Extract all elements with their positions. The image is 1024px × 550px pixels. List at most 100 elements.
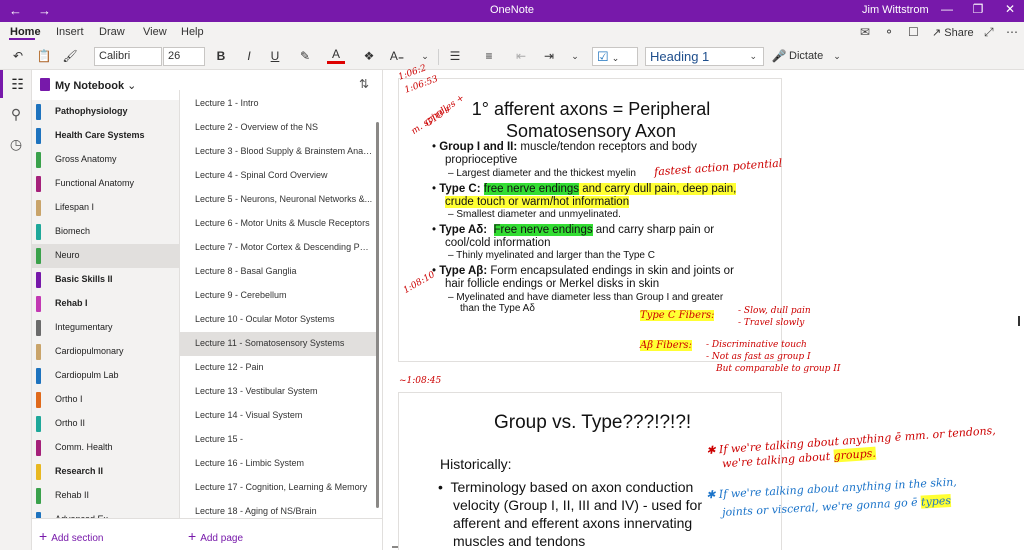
- plus-icon: +: [188, 528, 197, 544]
- microphone-icon[interactable]: 🎤: [771, 46, 787, 66]
- sub-bullet-myelinated-cont: than the Type Aδ: [460, 303, 535, 314]
- lightbulb-icon[interactable]: ⚬: [884, 25, 894, 39]
- font-color-icon[interactable]: A: [327, 46, 345, 64]
- page-item[interactable]: Lecture 10 - Ocular Motor Systems: [180, 308, 378, 332]
- add-page-button[interactable]: + Add page: [188, 528, 243, 544]
- page-item[interactable]: Lecture 13 - Vestibular System: [180, 380, 378, 404]
- chevron-down-icon[interactable]: ⌄: [568, 46, 582, 66]
- notifications-icon[interactable]: ✉: [860, 25, 870, 39]
- tab-draw[interactable]: Draw: [99, 26, 125, 38]
- section-item[interactable]: Advanced Ex: [32, 508, 179, 518]
- section-color-tab: [36, 224, 41, 240]
- chevron-down-icon[interactable]: ⌄: [418, 46, 432, 66]
- section-label: Cardiopulmonary: [55, 346, 124, 356]
- section-item[interactable]: Cardiopulm Lab: [32, 364, 179, 388]
- dictate-button[interactable]: Dictate: [789, 46, 823, 66]
- pages-scrollbar[interactable]: [376, 122, 379, 508]
- maximize-icon[interactable]: ❐: [968, 2, 988, 16]
- bullet-type-a-beta-cont: hair follicle endings or Merkel disks in…: [445, 278, 660, 290]
- slide-1-title-line2: Somatosensory Axon: [505, 121, 677, 141]
- section-item[interactable]: Cardiopulmonary: [32, 340, 179, 364]
- share-button[interactable]: ↗ Share: [932, 26, 974, 39]
- page-item[interactable]: Lecture 17 - Cognition, Learning & Memor…: [180, 476, 378, 500]
- section-item[interactable]: Rehab I: [32, 292, 179, 316]
- page-item[interactable]: Lecture 1 - Intro: [180, 92, 378, 116]
- increase-indent-icon[interactable]: ⇥: [540, 46, 558, 66]
- tab-help[interactable]: Help: [181, 26, 204, 38]
- search-icon[interactable]: ⚲: [0, 100, 32, 128]
- section-item[interactable]: Neuro: [32, 244, 179, 268]
- page-label: Lecture 10 - Ocular Motor Systems: [195, 314, 335, 324]
- highlight-icon[interactable]: ✎: [296, 46, 314, 66]
- section-item[interactable]: Biomech: [32, 220, 179, 244]
- page-item[interactable]: Lecture 2 - Overview of the NS: [180, 116, 378, 140]
- section-color-tab: [36, 392, 41, 408]
- page-label: Lecture 2 - Overview of the NS: [195, 122, 319, 132]
- section-item[interactable]: Ortho II: [32, 412, 179, 436]
- more-icon[interactable]: ⋯: [1006, 25, 1018, 39]
- font-size-field[interactable]: 26: [163, 47, 205, 66]
- page-item[interactable]: Lecture 3 - Blood Supply & Brainstem Ana…: [180, 140, 378, 164]
- minimize-icon[interactable]: —: [937, 2, 957, 16]
- page-item[interactable]: Lecture 4 - Spinal Cord Overview: [180, 164, 378, 188]
- undo-icon[interactable]: ↶: [8, 46, 28, 66]
- sort-icon[interactable]: ⇅: [359, 77, 369, 91]
- tab-view[interactable]: View: [143, 26, 167, 38]
- tab-insert[interactable]: Insert: [56, 26, 84, 38]
- page-item[interactable]: Lecture 15 -: [180, 428, 378, 452]
- slide-2-subheading: Historically:: [440, 456, 512, 472]
- section-item[interactable]: Health Care Systems: [32, 124, 179, 148]
- page-item[interactable]: Lecture 8 - Basal Ganglia: [180, 260, 378, 284]
- page-item[interactable]: Lecture 9 - Cerebellum: [180, 284, 378, 308]
- page-item[interactable]: Lecture 12 - Pain: [180, 356, 378, 380]
- page-item[interactable]: Lecture 6 - Motor Units & Muscle Recepto…: [180, 212, 378, 236]
- page-item[interactable]: Lecture 14 - Visual System: [180, 404, 378, 428]
- page-item[interactable]: Lecture 18 - Aging of NS/Brain: [180, 500, 378, 518]
- section-item[interactable]: Functional Anatomy: [32, 172, 179, 196]
- user-name[interactable]: Jim Wittstrom: [862, 4, 929, 16]
- section-item[interactable]: Pathophysiology: [32, 100, 179, 124]
- font-name-field[interactable]: Calibri: [94, 47, 162, 66]
- section-item[interactable]: Research II: [32, 460, 179, 484]
- bullets-icon[interactable]: ☰: [446, 46, 464, 66]
- chevron-down-icon[interactable]: ⌄: [830, 46, 844, 66]
- sub-bullet-thinly-myelinated: – Thinly myelinated and larger than the …: [448, 250, 655, 261]
- canvas-scrollbar[interactable]: [1018, 316, 1020, 326]
- format-painter-icon[interactable]: 🖌: [60, 46, 80, 66]
- clear-formatting-icon[interactable]: ❖: [360, 46, 378, 66]
- comment-icon[interactable]: ☐: [908, 25, 919, 39]
- decrease-indent-icon[interactable]: ⇤: [512, 46, 530, 66]
- section-item[interactable]: Integumentary: [32, 316, 179, 340]
- ink-type-c-fibers: Type C Fibers:: [640, 310, 715, 321]
- section-item[interactable]: Ortho I: [32, 388, 179, 412]
- tag-dropdown[interactable]: ☑ ⌄: [592, 47, 638, 66]
- page-item[interactable]: Lecture 11 - Somatosensory Systems: [180, 332, 378, 356]
- checkbox-tag-icon: ☑: [597, 49, 609, 64]
- close-icon[interactable]: ✕: [1000, 2, 1020, 16]
- section-color-tab: [36, 152, 41, 168]
- style-dropdown[interactable]: Heading 1 ⌄: [645, 47, 764, 66]
- title-bar: ← → OneNote Jim Wittstrom — ❐ ✕: [0, 0, 1024, 22]
- add-section-button[interactable]: + Add section: [39, 528, 103, 544]
- numbering-icon[interactable]: ≡: [480, 46, 498, 66]
- italic-button[interactable]: I: [240, 46, 258, 66]
- notebook-name[interactable]: My Notebook ⌄: [55, 79, 136, 92]
- section-item[interactable]: Gross Anatomy: [32, 148, 179, 172]
- bullet-type-c-cont: crude touch or warm/hot information: [445, 196, 630, 208]
- tab-home[interactable]: Home: [10, 26, 41, 38]
- section-item[interactable]: Comm. Health: [32, 436, 179, 460]
- bold-button[interactable]: B: [212, 46, 230, 66]
- underline-button[interactable]: U: [266, 46, 284, 66]
- section-label: Functional Anatomy: [55, 178, 135, 188]
- notebooks-icon[interactable]: ☷: [0, 70, 32, 98]
- clipboard-icon[interactable]: 📋: [34, 46, 54, 66]
- page-item[interactable]: Lecture 5 - Neurons, Neuronal Networks &…: [180, 188, 378, 212]
- page-item[interactable]: Lecture 16 - Limbic System: [180, 452, 378, 476]
- section-item[interactable]: Basic Skills II: [32, 268, 179, 292]
- recent-clock-icon[interactable]: ◷: [0, 130, 32, 158]
- section-item[interactable]: Rehab II: [32, 484, 179, 508]
- fullscreen-icon[interactable]: ⤢: [984, 25, 994, 40]
- section-item[interactable]: Lifespan I: [32, 196, 179, 220]
- page-item[interactable]: Lecture 7 - Motor Cortex & Descending Pa…: [180, 236, 378, 260]
- text-effects-icon[interactable]: A₌: [388, 46, 406, 66]
